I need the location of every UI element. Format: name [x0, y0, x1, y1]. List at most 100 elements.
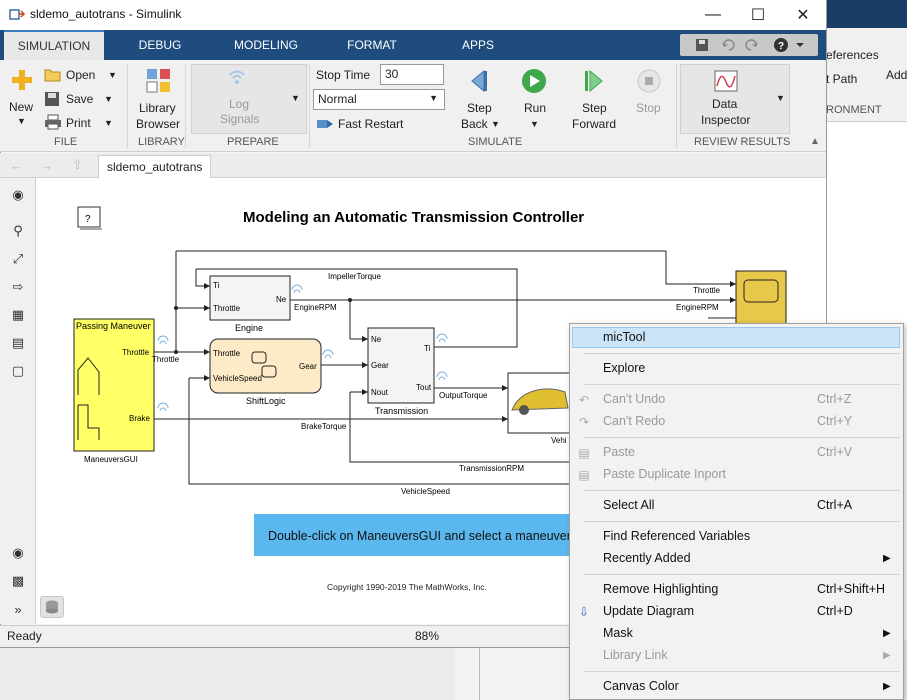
- trans-tout-port: Tout: [416, 383, 432, 392]
- text-annotation-icon[interactable]: ▦: [9, 306, 27, 324]
- engine-throttle-port: Throttle: [213, 304, 241, 313]
- file-section-label: FILE: [54, 136, 78, 148]
- copyright-text: Copyright 1990-2019 The MathWorks, Inc.: [327, 582, 487, 592]
- chevron-down-icon: ▼: [429, 93, 438, 103]
- shift-logic-label: ShiftLogic: [246, 396, 286, 406]
- menu-item-mask[interactable]: Mask: [603, 626, 633, 640]
- menu-shortcut-remove-highlighting: Ctrl+Shift+H: [817, 582, 886, 596]
- info-banner-text: Double-click on ManeuversGUI and select …: [268, 529, 571, 543]
- step-back-label[interactable]: Step: [467, 101, 492, 115]
- menu-item-select-all[interactable]: Select All: [603, 498, 654, 512]
- menu-item-recently-added[interactable]: Recently Added: [603, 551, 691, 565]
- library-browser-label[interactable]: Library: [139, 101, 176, 115]
- prepare-dropdown-icon[interactable]: ▼: [291, 93, 300, 103]
- trans-ne-port: Ne: [371, 335, 382, 344]
- step-back-label-2[interactable]: Back: [461, 117, 488, 131]
- up-arrow-icon[interactable]: ⇧: [72, 157, 83, 173]
- area-icon[interactable]: ▢: [9, 362, 27, 380]
- menu-item-mictool[interactable]: micTool: [603, 330, 645, 344]
- library-browser-label-2[interactable]: Browser: [136, 117, 180, 131]
- menu-item-canvas-color[interactable]: Canvas Color: [603, 679, 679, 693]
- step-back-icon: [471, 69, 487, 93]
- engine-rpm-out-signal: EngineRPM: [676, 303, 719, 312]
- breadcrumb[interactable]: sldemo_autotrans: [98, 155, 212, 178]
- tab-simulation[interactable]: SIMULATION: [4, 30, 104, 60]
- run-button[interactable]: Run: [524, 101, 546, 115]
- save-dropdown-icon[interactable]: ▼: [104, 94, 113, 104]
- menu-item-update-diagram[interactable]: Update Diagram: [603, 604, 694, 618]
- menu-item-find-referenced-variables[interactable]: Find Referenced Variables: [603, 529, 750, 543]
- shift-throttle-port: Throttle: [213, 349, 241, 358]
- save-button[interactable]: Save: [66, 92, 93, 106]
- menu-item-explore[interactable]: Explore: [603, 361, 645, 375]
- collapse-ribbon-icon[interactable]: ▲: [810, 136, 820, 147]
- hide-explorer-icon[interactable]: ◉: [9, 186, 27, 204]
- throttle-out-signal: Throttle: [693, 286, 721, 295]
- tab-format[interactable]: FORMAT: [338, 30, 406, 60]
- open-button[interactable]: Open: [66, 68, 95, 82]
- expand-palette-icon[interactable]: »: [9, 600, 27, 618]
- background-references-label: eferences: [826, 48, 879, 62]
- new-icon[interactable]: [10, 68, 34, 92]
- vehicle-label: Vehi: [551, 436, 567, 445]
- brake-torque-signal: BrakeTorque: [301, 422, 347, 431]
- arrow-annotation-icon[interactable]: ⇨: [9, 278, 27, 296]
- image-annotation-icon[interactable]: ▤: [9, 334, 27, 352]
- zoom-icon[interactable]: ⚲: [9, 222, 27, 240]
- step-forward-label[interactable]: Step: [582, 101, 607, 115]
- step-forward-label-2[interactable]: Forward: [572, 117, 616, 131]
- data-inspector-label-2[interactable]: Inspector: [701, 113, 750, 127]
- print-dropdown-icon[interactable]: ▼: [104, 118, 113, 128]
- status-text: Ready: [7, 629, 42, 643]
- menu-separator: [584, 490, 900, 491]
- minimize-button[interactable]: —: [690, 2, 736, 28]
- new-button[interactable]: New: [9, 100, 33, 114]
- review-dropdown-icon[interactable]: ▼: [776, 93, 785, 103]
- simulation-mode-select[interactable]: Normal ▼: [313, 89, 445, 110]
- back-arrow-icon[interactable]: ←: [10, 158, 23, 173]
- data-inspector-label[interactable]: Data: [712, 97, 737, 111]
- new-dropdown-icon[interactable]: ▼: [17, 116, 26, 126]
- open-dropdown-icon[interactable]: ▼: [108, 70, 117, 80]
- chevron-down-icon: [796, 43, 804, 47]
- paste-duplicate-icon: ▤: [578, 468, 590, 482]
- open-folder-icon: [44, 69, 61, 82]
- trans-gear-port: Gear: [371, 361, 389, 370]
- tab-apps[interactable]: APPS: [452, 30, 504, 60]
- background-add-label: Add: [886, 68, 907, 82]
- simulation-mode-value: Normal: [318, 92, 357, 106]
- menu-shortcut-update-diagram: Ctrl+D: [817, 604, 853, 618]
- step-back-dropdown-icon[interactable]: ▼: [491, 119, 500, 129]
- maneuvers-gui-label: ManeuversGUI: [84, 455, 138, 464]
- tab-debug[interactable]: DEBUG: [125, 30, 195, 60]
- fit-view-icon[interactable]: ⤢: [9, 250, 27, 268]
- forward-arrow-icon[interactable]: →: [40, 158, 53, 173]
- fast-restart-button[interactable]: Fast Restart: [338, 117, 403, 131]
- screenshot-icon[interactable]: ◉: [9, 544, 27, 562]
- library-section-label: LIBRARY: [138, 136, 185, 148]
- submenu-arrow-icon: ▶: [883, 681, 891, 692]
- ribbon-separator: [127, 64, 128, 148]
- maneuvers-gui-block: [73, 318, 155, 452]
- menu-separator: [584, 384, 900, 385]
- model-data-button[interactable]: [40, 596, 64, 618]
- tab-modeling[interactable]: MODELING: [225, 30, 307, 60]
- close-button[interactable]: ✕: [780, 2, 826, 28]
- background-path-label: t Path: [826, 72, 858, 86]
- log-signals-label: Log: [229, 97, 250, 111]
- data-inspector-icon: [714, 70, 738, 92]
- print-button[interactable]: Print: [66, 116, 91, 130]
- quick-access-icons: ?: [696, 38, 804, 52]
- review-section-label: REVIEW RESULTS: [694, 136, 791, 148]
- engine-ne-port: Ne: [276, 295, 287, 304]
- engine-rpm-signal: EngineRPM: [294, 303, 337, 312]
- run-dropdown-icon[interactable]: ▼: [530, 119, 539, 129]
- maximize-button[interactable]: ☐: [735, 2, 781, 28]
- stop-time-input[interactable]: 30: [380, 64, 444, 85]
- trans-nout-port: Nout: [371, 388, 389, 397]
- property-inspector-icon[interactable]: ▩: [9, 572, 27, 590]
- ribbon-separator: [676, 64, 677, 148]
- menu-item-library-link: Library Link: [603, 648, 668, 662]
- menu-item-remove-highlighting[interactable]: Remove Highlighting: [603, 582, 718, 596]
- menu-shortcut-paste: Ctrl+V: [817, 445, 853, 459]
